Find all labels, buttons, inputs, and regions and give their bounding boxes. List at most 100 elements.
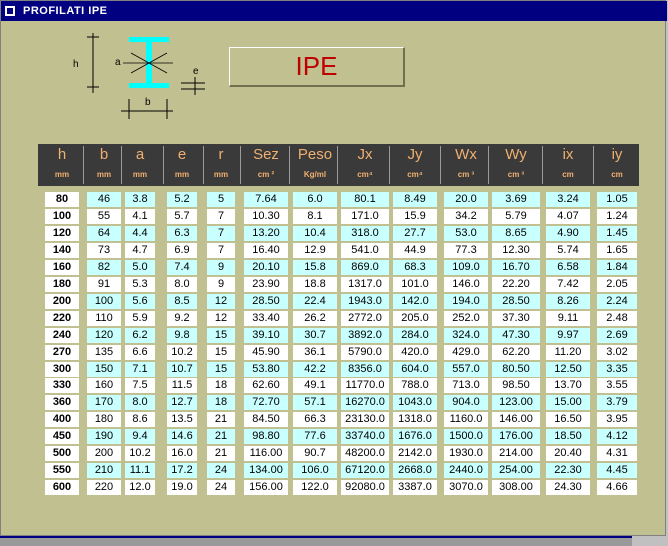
table-cell: 7.5 [125,378,155,394]
table-cell: 120 [87,327,121,343]
table-cell: 53.80 [244,361,288,377]
table-cell: 9.8 [167,327,197,343]
table-cell: 4.31 [597,446,637,462]
table-cell: 73 [87,242,121,258]
table-cell: 284.0 [393,327,437,343]
header-separator [488,146,489,184]
column-symbol: ix [562,146,574,163]
table-cell: 5 [207,192,235,207]
table-cell: 1500.0 [444,429,488,445]
table-cell: 18.50 [546,429,590,445]
window-menu-icon[interactable] [5,6,15,16]
table-cell: 22.30 [546,463,590,479]
table-cell: 34.2 [444,208,488,224]
table-cell: 5.3 [125,276,155,292]
table-cell: 869.0 [341,259,389,275]
table-cell: 9.11 [546,310,590,326]
table-cell: 15 [207,327,235,343]
table-header: h mm b mm a mm e mm r mm Sez cm ² Peso Kg/ml Jx cm⁴ Jy cm… [38,144,639,186]
table-cell: 205.0 [393,310,437,326]
header-separator [289,146,290,184]
table-cell: 109.0 [444,259,488,275]
table-cell: 84.50 [244,412,288,428]
column-header-1: b mm [83,144,125,186]
table-cell: 12 [207,293,235,309]
table-cell: 4.45 [597,463,637,479]
table-cell: 3.55 [597,378,637,394]
table-cell: 4.66 [597,480,637,496]
table-cell: 20.0 [444,192,488,207]
table-cell: 16270.0 [341,395,389,411]
table-cell: 190 [87,429,121,445]
table-cell: 80.1 [341,192,389,207]
table-cell: 9.4 [125,429,155,445]
table-cell: 49.1 [293,378,337,394]
table-cell: 318.0 [341,225,389,241]
column-header-5: Sez cm ² [240,144,292,186]
table-cell: 23.90 [244,276,288,292]
table-cell: 24 [207,463,235,479]
table-cell: 8.49 [393,192,437,207]
table-cell: 7.1 [125,361,155,377]
table-cell: 324.0 [444,327,488,343]
profile-title: IPE [295,51,338,81]
table-cell: 4.4 [125,225,155,241]
column-header-4: r mm [203,144,239,186]
column-symbol: Peso [297,146,333,163]
table-cell: 15.00 [546,395,590,411]
table-cell: 24 [207,480,235,496]
table-cell: 3.35 [597,361,637,377]
table-cell: 3387.0 [393,480,437,496]
row-height-cell: 450 [45,429,79,445]
table-cell: 10.7 [167,361,197,377]
main-window: PROFILATI IPE h a e b IPE h mm b mm a mm e mm r m… [0,0,667,536]
table-cell: 10.4 [293,225,337,241]
table-cell: 210 [87,463,121,479]
table-cell: 27.7 [393,225,437,241]
header-separator [389,146,390,184]
table-cell: 2.05 [597,276,637,292]
column-symbol: Jx [357,146,373,163]
table-cell: 4.90 [546,225,590,241]
diagram-label-b: b [145,97,151,108]
column-unit: mm [174,170,190,179]
table-cell: 3.24 [546,192,590,207]
table-cell: 12.0 [125,480,155,496]
table-cell: 220 [87,480,121,496]
table-cell: 3070.0 [444,480,488,496]
table-cell: 8.0 [167,276,197,292]
table-cell: 3.02 [597,344,637,360]
row-height-cell: 220 [45,310,79,326]
table-cell: 2.24 [597,293,637,309]
table-cell: 9.2 [167,310,197,326]
table-cell: 16.40 [244,242,288,258]
table-cell: 156.00 [244,480,288,496]
table-cell: 2772.0 [341,310,389,326]
column-symbol: r [218,146,224,163]
column-header-11: ix cm [542,144,594,186]
table-cell: 72.70 [244,395,288,411]
table-cell: 122.0 [293,480,337,496]
table-cell: 10.2 [125,446,155,462]
table-cell: 3.95 [597,412,637,428]
table-cell: 4.07 [546,208,590,224]
table-cell: 37.30 [492,310,540,326]
table-cell: 123.00 [492,395,540,411]
table-cell: 106.0 [293,463,337,479]
table-cell: 98.80 [244,429,288,445]
table-cell: 19.0 [167,480,197,496]
column-symbol: a [135,146,145,163]
table-cell: 55 [87,208,121,224]
table-cell: 1.84 [597,259,637,275]
header-separator [121,146,122,184]
window-title: PROFILATI IPE [23,5,108,17]
table-cell: 8.6 [125,412,155,428]
diagram-label-a: a [115,57,121,68]
table-cell: 12.50 [546,361,590,377]
table-cell: 6.2 [125,327,155,343]
table-cell: 15.8 [293,259,337,275]
table-cell: 4.1 [125,208,155,224]
table-cell: 8.26 [546,293,590,309]
table-cell: 9 [207,276,235,292]
table-cell: 4.7 [125,242,155,258]
